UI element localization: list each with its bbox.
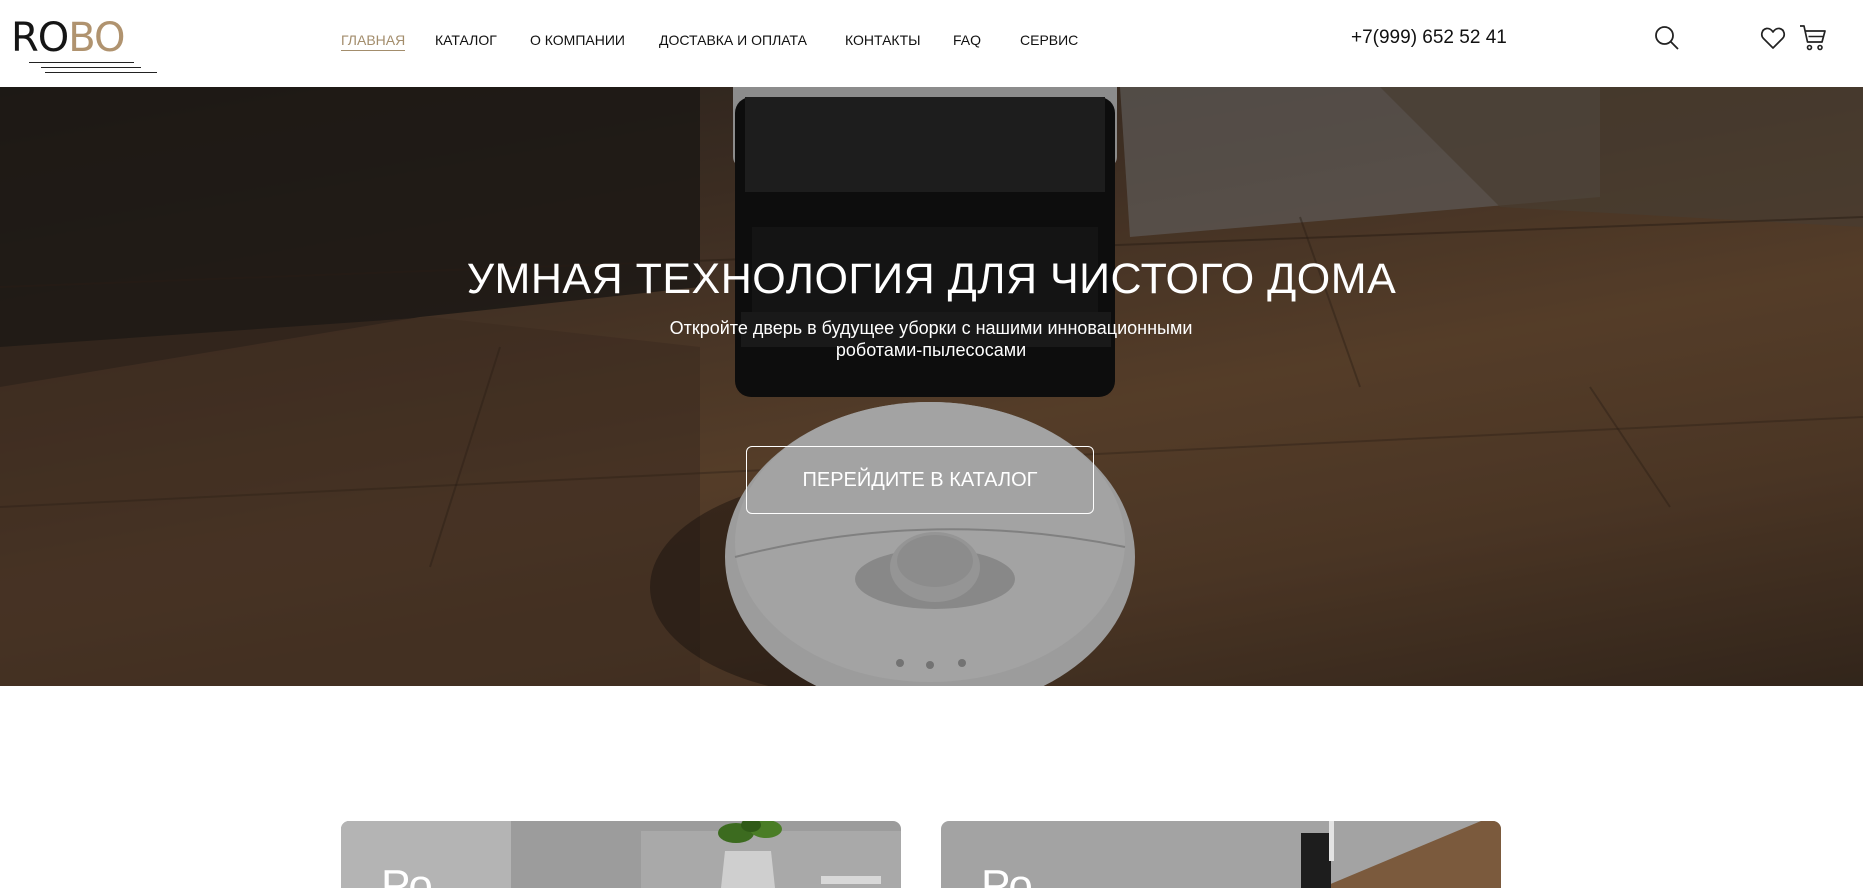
go-to-catalog-button[interactable]: ПЕРЕЙДИТЕ В КАТАЛОГ [746,446,1094,514]
logo-part-1: RO [11,15,69,61]
nav-item-about[interactable]: О КОМПАНИИ [530,32,625,48]
hero-title: УМНАЯ ТЕХНОЛОГИЯ ДЛЯ ЧИСТОГО ДОМА [466,255,1397,303]
logo[interactable]: ROBO [11,14,157,73]
logo-part-2: BO [68,15,125,61]
hero-banner: УМНАЯ ТЕХНОЛОГИЯ ДЛЯ ЧИСТОГО ДОМА Открой… [0,87,1863,686]
nav-item-delivery[interactable]: ДОСТАВКА И ОПЛАТА [659,32,807,48]
heart-icon[interactable] [1760,26,1786,55]
card-title: Ро [981,861,1033,888]
phone-number[interactable]: +7(999) 652 52 41 [1351,27,1507,49]
site-header: ROBO ГЛАВНАЯ КАТАЛОГ О КОМПАНИИ ДОСТАВКА… [0,0,1863,87]
nav-item-service[interactable]: СЕРВИС [1020,32,1078,48]
category-card[interactable]: Ро [341,821,901,888]
hero-subtitle: Откройте дверь в будущее уборки с нашими… [669,318,1193,360]
hero-background-image [0,87,1863,686]
logo-line [45,72,157,73]
cart-icon[interactable] [1799,24,1827,57]
nav-item-catalog[interactable]: КАТАЛОГ [435,32,497,48]
nav-item-home[interactable]: ГЛАВНАЯ [341,32,406,51]
nav-item-faq[interactable]: FAQ [953,32,981,48]
card-title: Ро [381,861,433,888]
search-icon[interactable] [1654,25,1680,56]
category-card[interactable]: Ро [941,821,1501,888]
nav-item-contacts[interactable]: КОНТАКТЫ [845,32,921,48]
logo-line [29,62,134,63]
logo-line [41,67,141,68]
